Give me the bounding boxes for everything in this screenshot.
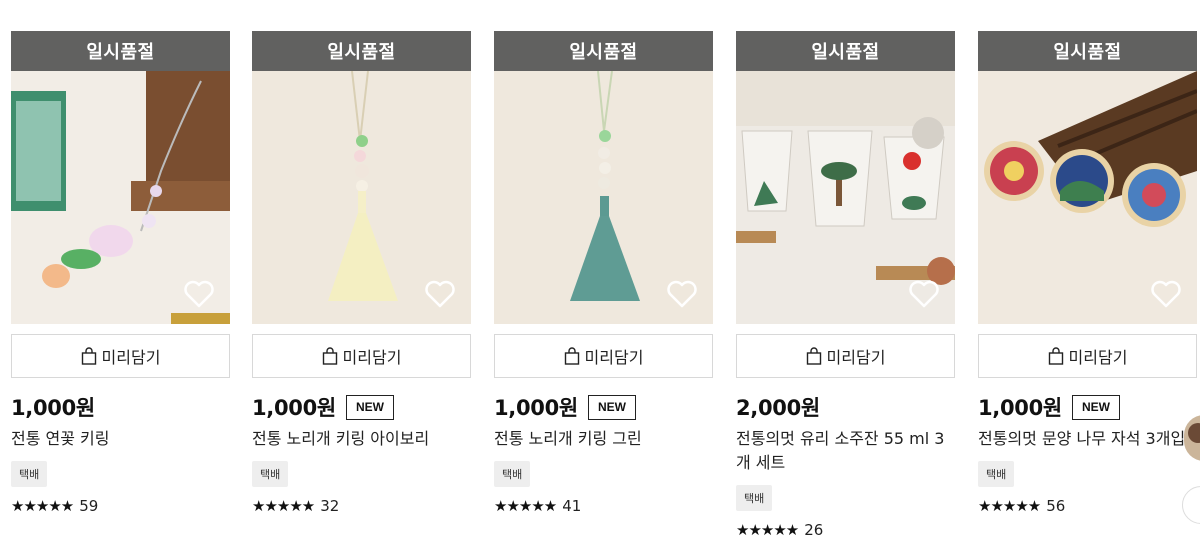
prebuy-button[interactable]: 미리담기 (252, 334, 471, 378)
star-rating-icon: ★★★★★ (252, 497, 315, 515)
price: 1,000원 (494, 396, 578, 420)
prebuy-button[interactable]: 미리담기 (11, 334, 230, 378)
prebuy-label: 미리담기 (584, 348, 644, 367)
prebuy-label: 미리담기 (342, 348, 402, 367)
prebuy-label: 미리담기 (101, 348, 161, 367)
shipping-badge: 택배 (494, 461, 531, 487)
new-badge: NEW (587, 394, 636, 420)
star-rating-icon: ★★★★★ (11, 497, 74, 515)
product-title[interactable]: 전통 연꽃 키링 (11, 427, 230, 451)
heart-icon[interactable] (425, 280, 455, 308)
price-row: 2,000원 (736, 393, 955, 421)
product-card[interactable]: 일시품절 미리담기 1,000원 NEW 전통의멋 문양 나무 자석 3개입 택… (978, 31, 1197, 515)
product-image[interactable]: 일시품절 (978, 31, 1197, 324)
star-rating-icon: ★★★★★ (494, 497, 557, 515)
price-row: 1,000원 (11, 393, 230, 421)
star-rating-icon: ★★★★★ (736, 521, 799, 539)
product-image[interactable]: 일시품절 (736, 31, 955, 324)
shipping-badge: 택배 (252, 461, 289, 487)
product-grid: 일시품절 미리담기 1,000원 전통 연꽃 키링 택배 ★★★★★ 59 일시… (11, 31, 1200, 546)
product-card[interactable]: 일시품절 미리담기 1,000원 NEW 전통 노리개 키링 그린 택배 ★★★… (494, 31, 713, 515)
shopping-bag-icon (564, 347, 579, 365)
price-row: 1,000원 NEW (978, 393, 1197, 421)
star-rating-icon: ★★★★★ (978, 497, 1041, 515)
new-badge: NEW (345, 394, 394, 420)
review-count: 32 (320, 497, 340, 515)
product-title[interactable]: 전통의멋 문양 나무 자석 3개입 (978, 427, 1197, 451)
review-count: 59 (79, 497, 99, 515)
shipping-badge: 택배 (11, 461, 48, 487)
product-title[interactable]: 전통의멋 유리 소주잔 55 ml 3개 세트 (736, 427, 955, 475)
rating: ★★★★★ 26 (736, 521, 955, 539)
review-count: 41 (562, 497, 582, 515)
review-count: 56 (1046, 497, 1066, 515)
rating: ★★★★★ 41 (494, 497, 713, 515)
heart-icon[interactable] (667, 280, 697, 308)
price: 1,000원 (978, 396, 1062, 420)
product-card[interactable]: 일시품절 미리담기 1,000원 전통 연꽃 키링 택배 ★★★★★ 59 (11, 31, 230, 515)
product-title[interactable]: 전통 노리개 키링 그린 (494, 427, 713, 451)
product-image[interactable]: 일시품절 (11, 31, 230, 324)
price: 2,000원 (736, 396, 820, 420)
product-card[interactable]: 일시품절 미리담기 2,000원 전통의멋 유리 소주잔 55 ml 3개 세트… (736, 31, 955, 539)
product-title[interactable]: 전통 노리개 키링 아이보리 (252, 427, 471, 451)
shipping-badge: 택배 (736, 485, 773, 511)
shopping-bag-icon (322, 347, 337, 365)
review-count: 26 (804, 521, 824, 539)
prebuy-label: 미리담기 (1068, 348, 1128, 367)
soldout-banner: 일시품절 (252, 31, 471, 71)
soldout-banner: 일시품절 (11, 31, 230, 71)
product-card[interactable]: 일시품절 미리담기 1,000원 NEW 전통 노리개 키링 아이보리 택배 ★… (252, 31, 471, 515)
new-badge: NEW (1071, 394, 1120, 420)
price: 1,000원 (11, 396, 95, 420)
prebuy-button[interactable]: 미리담기 (978, 334, 1197, 378)
heart-icon[interactable] (909, 280, 939, 308)
rating: ★★★★★ 56 (978, 497, 1197, 515)
shopping-bag-icon (806, 347, 821, 365)
price-row: 1,000원 NEW (252, 393, 471, 421)
shipping-badge: 택배 (978, 461, 1015, 487)
soldout-banner: 일시품절 (494, 31, 713, 71)
soldout-banner: 일시품절 (978, 31, 1197, 71)
product-image[interactable]: 일시품절 (494, 31, 713, 324)
shopping-bag-icon (81, 347, 96, 365)
rating: ★★★★★ 32 (252, 497, 471, 515)
prebuy-button[interactable]: 미리담기 (494, 334, 713, 378)
soldout-banner: 일시품절 (736, 31, 955, 71)
product-image[interactable]: 일시품절 (252, 31, 471, 324)
heart-icon[interactable] (184, 280, 214, 308)
heart-icon[interactable] (1151, 280, 1181, 308)
price-row: 1,000원 NEW (494, 393, 713, 421)
rating: ★★★★★ 59 (11, 497, 230, 515)
price: 1,000원 (252, 396, 336, 420)
shopping-bag-icon (1048, 347, 1063, 365)
prebuy-label: 미리담기 (826, 348, 886, 367)
prebuy-button[interactable]: 미리담기 (736, 334, 955, 378)
